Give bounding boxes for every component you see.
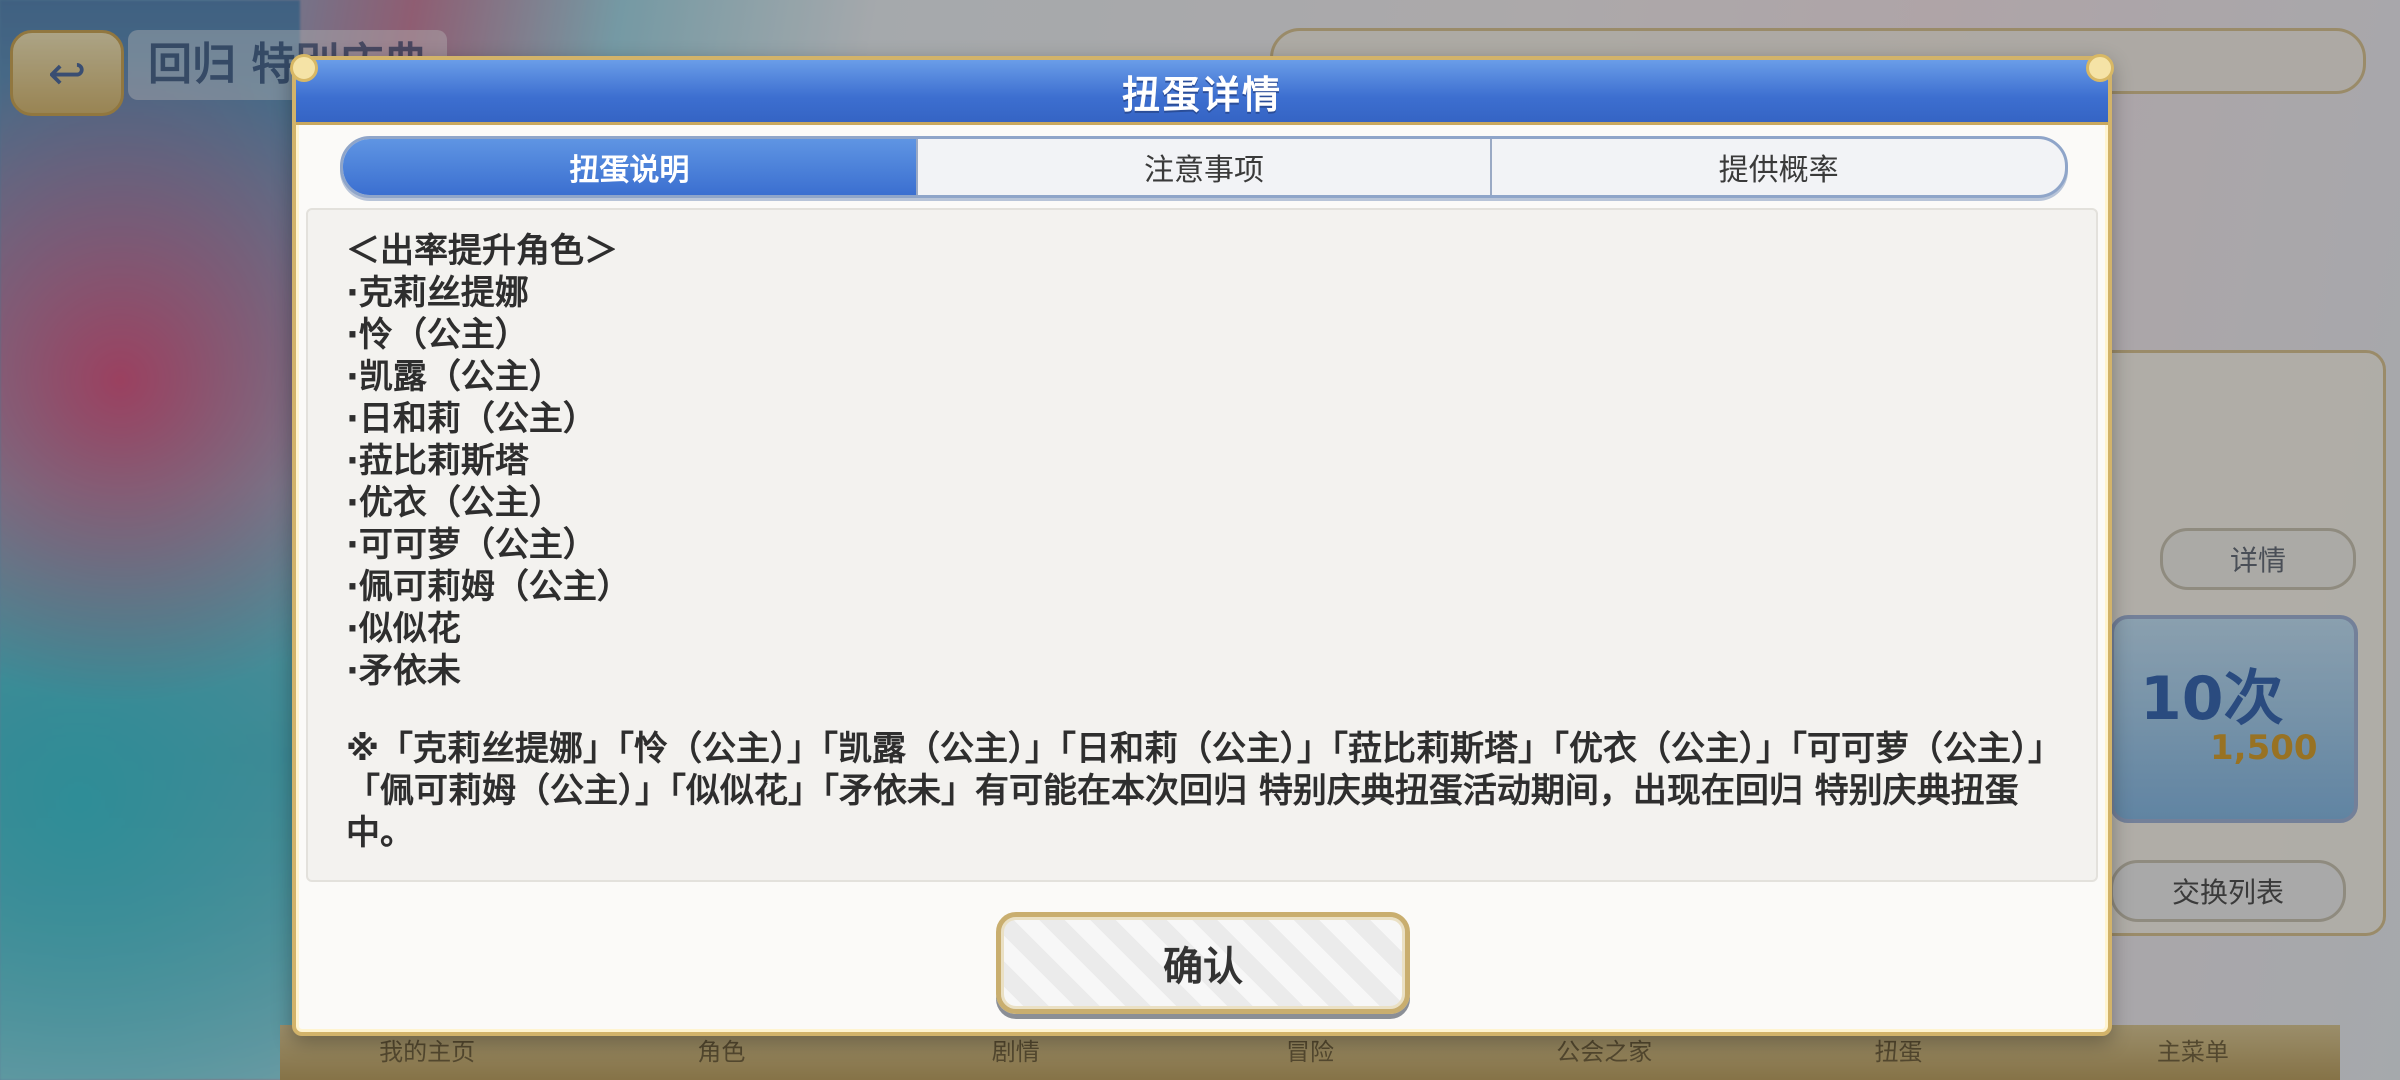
- tab-notes[interactable]: 注意事项: [918, 139, 1493, 195]
- corner-ornament-icon: [2086, 54, 2114, 82]
- character-item: ·优衣（公主）: [346, 483, 563, 523]
- dialog-tabs: 扭蛋说明 注意事项 提供概率: [340, 136, 2068, 198]
- description-panel[interactable]: ＜出率提升角色＞ ·克莉丝提娜 ·怜（公主） ·凯露（公主） ·日和莉（公主） …: [306, 208, 2098, 882]
- character-item: ·佩可莉姆（公主）: [346, 567, 631, 607]
- tab-drop-rates[interactable]: 提供概率: [1492, 139, 2065, 195]
- character-item: ·凯露（公主）: [346, 357, 563, 397]
- character-item: ·菈比莉斯塔: [346, 441, 529, 481]
- character-item: ·克莉丝提娜: [346, 273, 529, 313]
- character-item: ·怜（公主）: [346, 315, 529, 355]
- corner-ornament-icon: [290, 54, 318, 82]
- confirm-button[interactable]: 确认: [996, 912, 1410, 1014]
- description-text: ＜出率提升角色＞ ·克莉丝提娜 ·怜（公主） ·凯露（公主） ·日和莉（公主） …: [346, 230, 2066, 854]
- rate-up-note: ※「克莉丝提娜」「怜（公主）」「凯露（公主）」「日和莉（公主）」「菈比莉斯塔」「…: [346, 729, 2063, 853]
- dialog-header: 扭蛋详情: [296, 60, 2108, 125]
- tab-gacha-description[interactable]: 扭蛋说明: [343, 139, 918, 195]
- character-item: ·可可萝（公主）: [346, 525, 597, 565]
- rate-up-heading: ＜出率提升角色＞: [346, 231, 618, 271]
- character-item: ·日和莉（公主）: [346, 399, 597, 439]
- character-item: ·矛依未: [346, 651, 461, 691]
- dialog-title: 扭蛋详情: [1121, 72, 1282, 117]
- character-item: ·似似花: [346, 609, 461, 649]
- gacha-details-dialog: 扭蛋详情 扭蛋说明 注意事项 提供概率 ＜出率提升角色＞ ·克莉丝提娜 ·怜（公…: [290, 54, 2114, 1036]
